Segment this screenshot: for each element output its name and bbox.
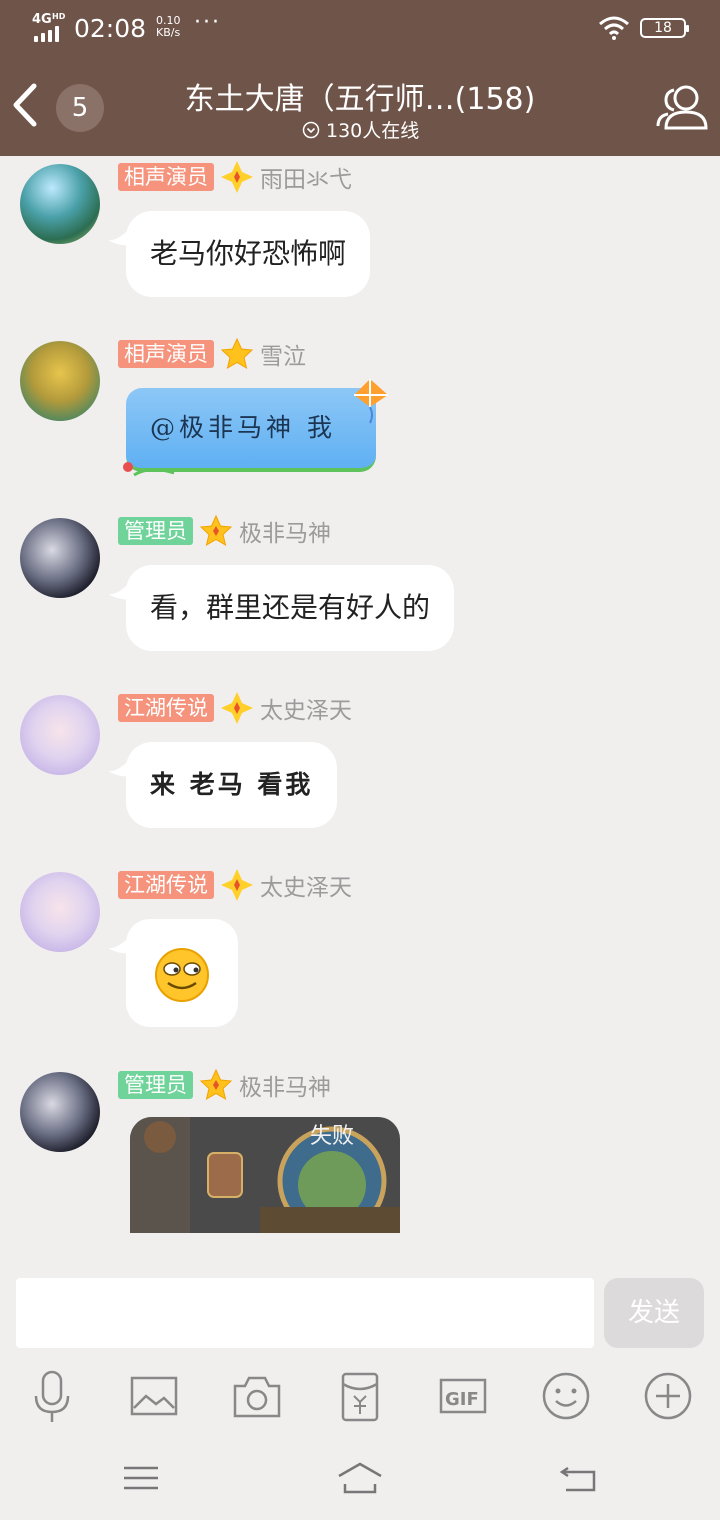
username[interactable]: 太史泽天: [260, 691, 352, 725]
avatar[interactable]: [20, 164, 100, 244]
plus-icon[interactable]: [640, 1368, 696, 1424]
username[interactable]: 雨田氺弋: [260, 160, 352, 194]
online-count-label: 130人在线: [326, 120, 420, 142]
more-notifications: ···: [194, 10, 221, 35]
network-speed: 0.10 KB/s: [156, 15, 181, 39]
image-message[interactable]: 失败: [130, 1117, 400, 1233]
menu-icon[interactable]: [116, 1458, 166, 1498]
message-bubble-emoji[interactable]: [126, 919, 238, 1027]
message-item: 相声演员 雨田氺弋 老马你好恐怖啊: [0, 156, 720, 326]
username[interactable]: 极非马神: [239, 1068, 331, 1102]
members-icon[interactable]: [654, 78, 710, 134]
chat-header: 4G HD 02:08 0.10 KB/s ··· 18 5 东土大唐（五行师……: [0, 0, 720, 156]
message-bubble[interactable]: 看，群里还是有好人的: [126, 565, 455, 651]
message-bubble[interactable]: 来 老马 看我: [126, 742, 338, 828]
message-list[interactable]: 相声演员 雨田氺弋 老马你好恐怖啊 相声演员 雪泣 @极非马神 我 管理员 极非…: [0, 156, 720, 1238]
speed-unit: KB/s: [156, 26, 181, 39]
admin-tag: 管理员: [118, 1071, 193, 1099]
home-icon[interactable]: [335, 1458, 385, 1498]
star-icon: [199, 1068, 233, 1101]
username[interactable]: 太史泽天: [260, 868, 352, 902]
status-bar: 4G HD 02:08 0.10 KB/s ··· 18: [0, 0, 720, 56]
username[interactable]: 雪泣: [260, 337, 306, 371]
emoji-icon[interactable]: [538, 1368, 594, 1424]
grass-decoration: [123, 462, 175, 477]
diamond-star-icon: [221, 692, 253, 724]
message-meta: 管理员 极非马神: [118, 514, 331, 548]
avatar[interactable]: [20, 341, 100, 421]
red-packet-icon[interactable]: [332, 1368, 388, 1424]
diamond-star-icon: [221, 869, 253, 901]
svg-text:GIF: GIF: [445, 1389, 479, 1410]
user-title-tag: 相声演员: [118, 340, 214, 368]
user-title-tag: 相声演员: [118, 163, 214, 191]
user-title-tag: 江湖传说: [118, 871, 214, 899]
input-area: 发送 GIF: [0, 1262, 720, 1520]
message-item: 管理员 极非马神 看，群里还是有好人的: [0, 510, 720, 680]
camera-icon[interactable]: [229, 1368, 285, 1424]
back-icon[interactable]: [554, 1458, 604, 1498]
message-item: 江湖传说 太史泽天: [0, 864, 720, 1044]
send-button[interactable]: 发送: [604, 1278, 704, 1348]
message-input[interactable]: [16, 1278, 594, 1348]
signal-bars-icon: [34, 26, 59, 42]
chevron-circle-icon: [302, 121, 320, 138]
avatar[interactable]: [20, 872, 100, 952]
diamond-star-icon: [221, 161, 253, 193]
gif-icon[interactable]: GIF: [435, 1368, 491, 1424]
message-meta: 相声演员 雪泣: [118, 337, 306, 371]
image-icon[interactable]: [126, 1368, 182, 1424]
battery-indicator: 18: [640, 18, 689, 38]
message-meta: 管理员 极非马神: [118, 1068, 331, 1102]
message-bubble[interactable]: 老马你好恐怖啊: [126, 211, 371, 297]
message-meta: 江湖传说 太史泽天: [118, 868, 352, 902]
microphone-icon[interactable]: [24, 1368, 80, 1424]
admin-tag: 管理员: [118, 517, 193, 545]
message-item: 管理员 极非马神 失败: [0, 1064, 720, 1238]
svg-text:失败: 失败: [310, 1124, 354, 1149]
game-screenshot-image: 失败: [130, 1117, 400, 1233]
unread-count-badge[interactable]: 5: [56, 84, 104, 132]
smirk-face-icon: [155, 948, 209, 1002]
star-icon: [199, 514, 233, 547]
network-type: 4G: [32, 12, 52, 27]
system-navbar: [0, 1450, 720, 1510]
username[interactable]: 极非马神: [239, 514, 331, 548]
toolbar: GIF: [0, 1368, 720, 1428]
back-arrow-icon[interactable]: [10, 80, 40, 130]
wifi-icon: [599, 16, 629, 40]
message-item: 相声演员 雪泣 @极非马神 我: [0, 333, 720, 503]
avatar[interactable]: [20, 695, 100, 775]
user-title-tag: 江湖传说: [118, 694, 214, 722]
online-count[interactable]: 130人在线: [302, 116, 419, 143]
kite-icon: [354, 379, 388, 424]
message-meta: 相声演员 雨田氺弋: [118, 160, 352, 194]
message-meta: 江湖传说 太史泽天: [118, 691, 352, 725]
network-hd: HD: [52, 12, 66, 21]
star-icon: [220, 337, 254, 370]
avatar[interactable]: [20, 1072, 100, 1152]
group-title[interactable]: 东土大唐（五行师…(158): [170, 74, 550, 118]
message-item: 江湖传说 太史泽天 来 老马 看我: [0, 687, 720, 857]
clock: 02:08: [74, 14, 147, 43]
signal-indicator: 4G HD: [32, 12, 72, 42]
avatar[interactable]: [20, 518, 100, 598]
